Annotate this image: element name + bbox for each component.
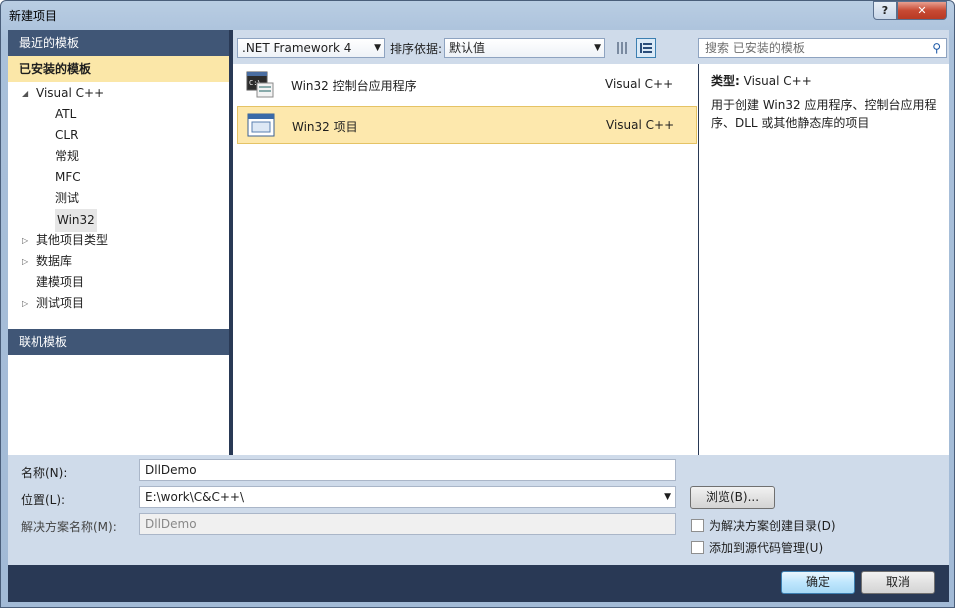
tree-item-label: 常规 bbox=[55, 149, 80, 163]
ok-button[interactable]: 确定 bbox=[781, 571, 855, 594]
cancel-button[interactable]: 取消 bbox=[861, 571, 935, 594]
project-name-input[interactable]: DllDemo bbox=[139, 459, 676, 481]
grid-view-icon bbox=[617, 42, 627, 54]
location-label: 位置(L): bbox=[21, 493, 66, 507]
tree-item[interactable]: MFC bbox=[8, 167, 229, 188]
collapsed-arrow-icon[interactable]: ▷ bbox=[22, 293, 28, 314]
tree-item-label: 建模项目 bbox=[36, 275, 85, 289]
tree-item-label: 测试 bbox=[55, 191, 80, 205]
collapsed-arrow-icon[interactable]: ▷ bbox=[22, 251, 28, 272]
solution-name-value: DllDemo bbox=[145, 517, 197, 531]
type-value: Visual C++ bbox=[743, 74, 812, 88]
search-icon: ⚲ bbox=[932, 41, 941, 55]
list-view-icon bbox=[640, 43, 652, 53]
expanded-arrow-icon[interactable]: ◢ bbox=[22, 83, 28, 104]
framework-select[interactable]: .NET Framework 4 ▼ bbox=[237, 38, 385, 58]
tree-item[interactable]: ▷ 其他项目类型 bbox=[8, 230, 229, 251]
tree-item-label: Visual C++ bbox=[36, 86, 105, 100]
template-categories-pane: 最近的模板 已安装的模板 ◢ Visual C++ ATL CLR 常规 MFC 测试 Win… bbox=[8, 30, 229, 455]
sort-label: 排序依据: bbox=[390, 42, 443, 56]
checkbox-box bbox=[691, 519, 704, 532]
console-app-icon: C:\ bbox=[246, 71, 274, 98]
type-label: 类型: bbox=[711, 74, 740, 88]
tree-item[interactable]: 测试 bbox=[8, 188, 229, 209]
tree-item[interactable]: CLR bbox=[8, 125, 229, 146]
tree-item[interactable]: ◢ Visual C++ bbox=[8, 83, 229, 104]
tree-item[interactable]: ▷ 测试项目 bbox=[8, 293, 229, 314]
tree-item-label: 数据库 bbox=[36, 254, 73, 268]
name-label: 名称(N): bbox=[21, 466, 68, 480]
location-value: E:\work\C&C++\ bbox=[145, 490, 245, 504]
close-button[interactable]: ✕ bbox=[897, 1, 947, 20]
template-description: 用于创建 Win32 应用程序、控制台应用程序、DLL 或其他静态库的项目 bbox=[711, 98, 937, 130]
title-bar: 新建项目 ? ✕ bbox=[1, 1, 954, 29]
solution-name-input[interactable]: DllDemo bbox=[139, 513, 676, 535]
list-view-button[interactable] bbox=[636, 38, 656, 58]
template-tree: ◢ Visual C++ ATL CLR 常规 MFC 测试 Win32 ▷ 其他项目类型 ▷ 数据库… bbox=[8, 82, 229, 314]
window-title: 新建项目 bbox=[9, 9, 58, 23]
tree-item[interactable]: 常规 bbox=[8, 146, 229, 167]
add-source-control-label: 添加到源代码管理(U) bbox=[709, 541, 824, 555]
tree-item[interactable]: Win32 bbox=[8, 209, 229, 232]
template-name: Win32 项目 bbox=[292, 120, 358, 134]
template-toolbar: .NET Framework 4 ▼ 排序依据: 默认值 ▼ 搜索 已安装的模板… bbox=[233, 30, 949, 64]
create-directory-checkbox[interactable]: 为解决方案创建目录(D) bbox=[691, 517, 836, 534]
sort-select[interactable]: 默认值 ▼ bbox=[444, 38, 605, 58]
chevron-down-icon: ▼ bbox=[594, 43, 601, 53]
tree-item-label: MFC bbox=[55, 170, 81, 184]
sort-value: 默认值 bbox=[449, 41, 486, 55]
tree-item-label: CLR bbox=[55, 128, 79, 142]
recent-templates-header[interactable]: 最近的模板 bbox=[8, 30, 229, 56]
template-language: Visual C++ bbox=[605, 77, 674, 91]
browse-button[interactable]: 浏览(B)... bbox=[690, 486, 775, 509]
new-project-dialog: 新建项目 ? ✕ 最近的模板 已安装的模板 ◢ Visual C++ ATL CLR 常… bbox=[0, 0, 955, 608]
template-search-input[interactable]: 搜索 已安装的模板 ⚲ bbox=[698, 38, 947, 58]
tree-item[interactable]: ▷ 数据库 bbox=[8, 251, 229, 272]
template-name: Win32 控制台应用程序 bbox=[291, 79, 417, 93]
tree-item-label: 测试项目 bbox=[36, 296, 85, 310]
dialog-body: 最近的模板 已安装的模板 ◢ Visual C++ ATL CLR 常规 MFC 测试 Win… bbox=[8, 30, 949, 602]
project-settings-form: 名称(N): DllDemo 位置(L): E:\work\C&C++\ ▼ 浏… bbox=[8, 455, 949, 565]
template-details-pane: 类型: Visual C++ 用于创建 Win32 应用程序、控制台应用程序、D… bbox=[699, 64, 949, 455]
tree-item-label: Win32 bbox=[55, 209, 97, 232]
template-type: 类型: Visual C++ bbox=[711, 72, 812, 89]
tree-item[interactable]: 建模项目 bbox=[8, 272, 229, 293]
project-name-value: DllDemo bbox=[145, 463, 197, 477]
framework-value: .NET Framework 4 bbox=[242, 41, 352, 55]
small-icons-view-button[interactable] bbox=[613, 38, 633, 58]
template-list: C:\ Win32 控制台应用程序 Visual C++ Win32 项目 Vi… bbox=[233, 64, 698, 455]
checkbox-box bbox=[691, 541, 704, 554]
tree-item-label: ATL bbox=[55, 107, 77, 121]
installed-templates-header[interactable]: 已安装的模板 bbox=[8, 56, 229, 82]
template-item-win32-project[interactable]: Win32 项目 Visual C++ bbox=[237, 106, 697, 144]
template-language: Visual C++ bbox=[606, 118, 675, 132]
online-templates-header[interactable]: 联机模板 bbox=[8, 329, 229, 355]
solution-name-label: 解决方案名称(M): bbox=[21, 520, 117, 534]
button-bar: 确定 取消 bbox=[8, 565, 949, 602]
tree-item-label: 其他项目类型 bbox=[36, 233, 109, 247]
template-item-win32-console[interactable]: C:\ Win32 控制台应用程序 Visual C++ bbox=[237, 66, 697, 104]
chevron-down-icon: ▼ bbox=[374, 43, 381, 53]
add-source-control-checkbox[interactable]: 添加到源代码管理(U) bbox=[691, 539, 823, 556]
location-combo[interactable]: E:\work\C&C++\ ▼ bbox=[139, 486, 676, 508]
collapsed-arrow-icon[interactable]: ▷ bbox=[22, 230, 28, 251]
create-directory-label: 为解决方案创建目录(D) bbox=[709, 519, 836, 533]
tree-item[interactable]: ATL bbox=[8, 104, 229, 125]
help-button[interactable]: ? bbox=[873, 1, 897, 20]
search-placeholder: 搜索 已安装的模板 bbox=[705, 41, 805, 55]
chevron-down-icon: ▼ bbox=[664, 492, 671, 502]
win32-project-icon bbox=[247, 113, 275, 137]
